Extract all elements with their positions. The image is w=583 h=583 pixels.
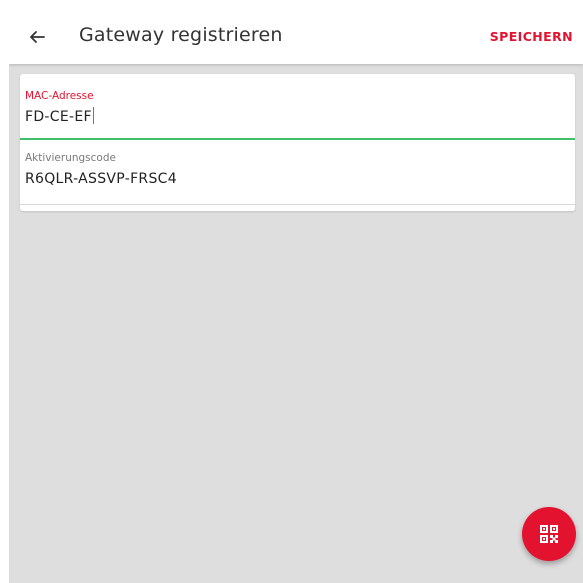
page-title: Gateway registrieren xyxy=(79,24,283,46)
qr-code-icon xyxy=(540,525,558,543)
save-button[interactable]: SPEICHERN xyxy=(490,29,573,44)
arrow-left-icon xyxy=(30,31,45,43)
activation-code-input[interactable]: R6QLR-ASSVP-FRSC4 xyxy=(25,171,177,187)
activation-code-label: Aktivierungscode xyxy=(25,152,116,164)
text-caret xyxy=(92,107,94,124)
mac-address-value: FD-CE-EF xyxy=(25,109,92,125)
app-bar: Gateway registrieren SPEICHERN xyxy=(9,9,583,64)
mac-address-label: MAC-Adresse xyxy=(25,90,94,102)
mac-address-field[interactable]: MAC-Adresse FD-CE-EF xyxy=(20,74,575,140)
scan-qr-button[interactable] xyxy=(522,507,576,561)
activation-code-field[interactable]: Aktivierungscode R6QLR-ASSVP-FRSC4 xyxy=(20,144,575,205)
mac-address-input[interactable]: FD-CE-EF xyxy=(25,107,94,125)
back-button[interactable] xyxy=(21,21,53,53)
app-screen: Gateway registrieren SPEICHERN MAC-Adres… xyxy=(9,9,583,583)
form-card: MAC-Adresse FD-CE-EF Aktivierungscode R6… xyxy=(20,74,575,211)
